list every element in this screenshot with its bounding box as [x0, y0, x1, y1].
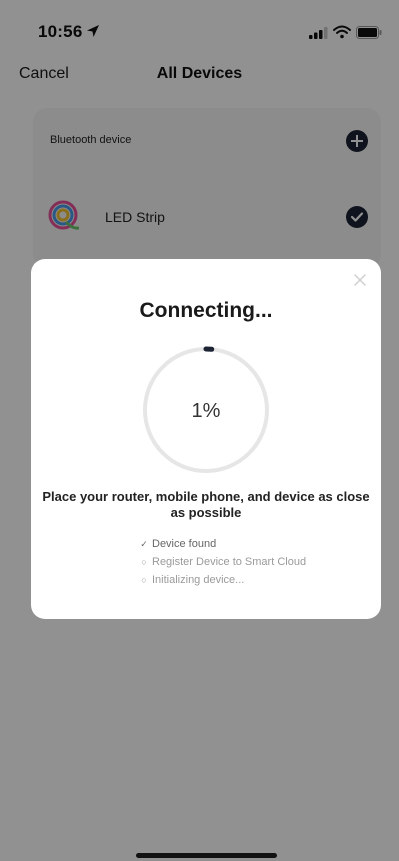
connecting-dialog: Connecting... 1% Place your router, mobi…	[31, 259, 381, 619]
step-label: Device found	[152, 538, 217, 550]
step-initializing: ○ Initializing device...	[139, 571, 306, 589]
dialog-title: Connecting...	[139, 299, 273, 322]
progress-percent: 1%	[191, 400, 221, 422]
step-register-device: ○ Register Device to Smart Cloud	[139, 553, 306, 571]
step-device-found: ✓ Device found	[139, 535, 306, 553]
home-indicator[interactable]	[136, 853, 277, 858]
close-icon[interactable]	[353, 273, 367, 287]
step-label: Register Device to Smart Cloud	[152, 556, 307, 568]
app-screen: 10:56 Cancel All Devices Bluetooth devic…	[0, 0, 399, 861]
step-pending-icon: ○	[141, 575, 147, 585]
connection-steps: ✓ Device found ○ Register Device to Smar…	[139, 535, 306, 589]
step-label: Initializing device...	[152, 574, 245, 586]
step-pending-icon: ○	[141, 557, 147, 567]
placement-instruction: Place your router, mobile phone, and dev…	[42, 489, 370, 520]
step-check-icon: ✓	[140, 538, 148, 549]
